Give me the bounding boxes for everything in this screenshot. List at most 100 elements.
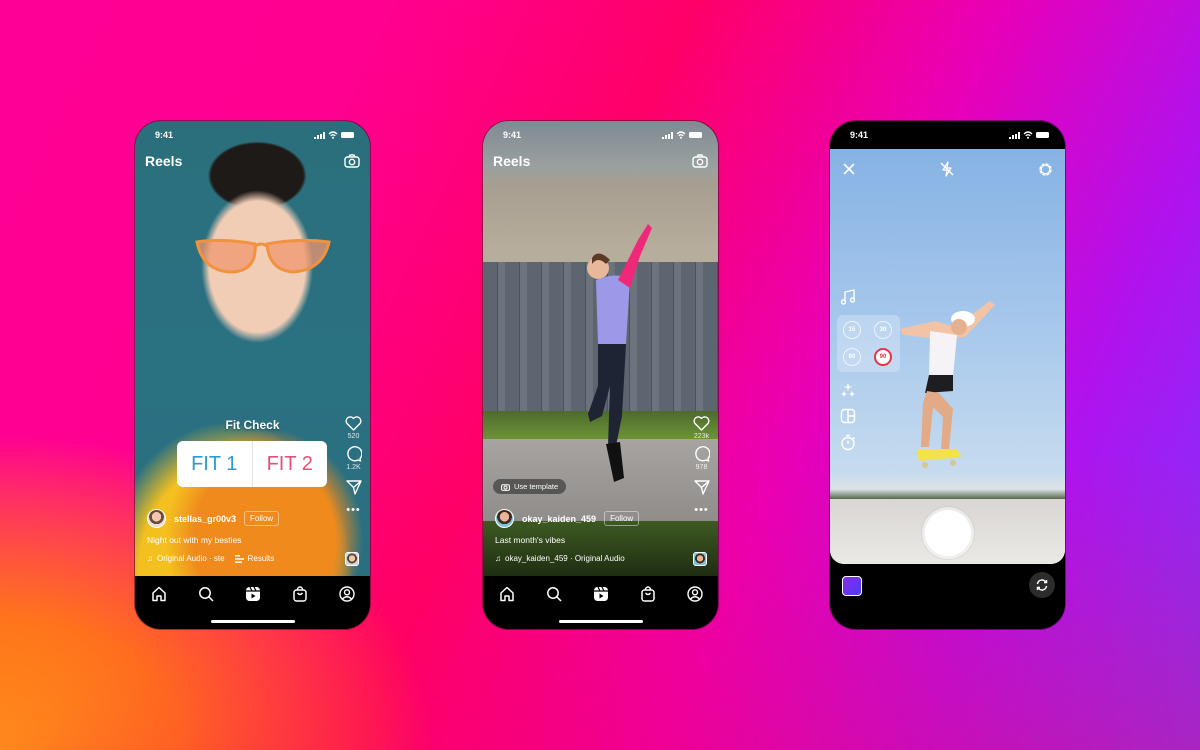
comment-icon[interactable] xyxy=(345,445,362,462)
avatar[interactable] xyxy=(147,509,166,528)
gallery-thumbnail[interactable] xyxy=(842,576,862,596)
poll-title: Fit Check xyxy=(225,418,280,432)
audio-thumbnail[interactable] xyxy=(693,552,707,566)
signal-icon xyxy=(314,131,325,139)
battery-icon xyxy=(689,132,702,138)
reels-icon[interactable] xyxy=(592,585,610,603)
phone-reels-camera: 9:41 15 30 60 90 xyxy=(830,121,1065,629)
reel-video[interactable]: 9:41 Reels 223k 978 ••• Use template oka… xyxy=(483,121,718,576)
effects-sparkle-icon[interactable] xyxy=(840,382,856,398)
camera-bottom-bar xyxy=(830,564,1065,629)
audio-row: ♫ Original Audio · ste Results xyxy=(147,554,274,563)
settings-icon[interactable] xyxy=(1038,162,1053,177)
template-camera-icon xyxy=(501,483,510,491)
like-count: 223k xyxy=(693,433,710,440)
audio-row: ♫ okay_kaiden_459 · Original Audio xyxy=(495,554,625,563)
duration-selector: 15 30 60 90 xyxy=(837,315,900,372)
heart-icon[interactable] xyxy=(345,416,362,431)
sunglasses-graphic xyxy=(195,238,331,274)
use-template-label: Use template xyxy=(514,482,559,491)
status-time: 9:41 xyxy=(850,130,869,140)
lawn xyxy=(483,521,718,576)
camera-viewfinder[interactable]: 15 30 60 90 xyxy=(830,149,1065,564)
poll-option-fit-2[interactable]: FIT 2 xyxy=(251,441,328,487)
search-icon[interactable] xyxy=(545,585,563,603)
duration-90-selected[interactable]: 90 xyxy=(874,348,892,366)
author-row: okay_kaiden_459 Follow xyxy=(495,509,640,528)
username[interactable]: stellas_gr00v3 xyxy=(174,514,236,524)
shop-icon[interactable] xyxy=(291,585,309,603)
use-template-button[interactable]: Use template xyxy=(493,479,567,494)
wifi-icon xyxy=(676,131,686,139)
layout-icon[interactable] xyxy=(840,408,856,424)
music-note-icon: ♫ xyxy=(495,554,501,563)
poll-option-fit-1[interactable]: FIT 1 xyxy=(177,441,252,487)
audio-thumbnail[interactable] xyxy=(345,552,359,566)
skater-figure xyxy=(900,301,995,468)
results-icon xyxy=(234,554,244,563)
results-link[interactable]: Results xyxy=(248,554,275,563)
reel-actions: 223k 978 ••• xyxy=(693,416,710,516)
camera-tools: 15 30 60 90 xyxy=(837,289,900,451)
heart-icon[interactable] xyxy=(693,416,710,431)
avatar[interactable] xyxy=(495,509,514,528)
reel-video-frame xyxy=(483,121,718,576)
shop-icon[interactable] xyxy=(639,585,657,603)
comment-count: 978 xyxy=(695,464,708,471)
follow-button[interactable]: Follow xyxy=(604,511,640,526)
status-icons xyxy=(314,131,354,139)
status-bar: 9:41 xyxy=(830,121,1065,149)
reel-actions: 520 1.2K ••• xyxy=(345,416,362,516)
status-bar: 9:41 xyxy=(483,121,718,149)
follow-button[interactable]: Follow xyxy=(244,511,280,526)
flip-camera-icon xyxy=(1036,579,1048,591)
duration-15[interactable]: 15 xyxy=(843,321,861,339)
profile-icon[interactable] xyxy=(338,585,356,603)
record-shutter-button[interactable] xyxy=(924,510,971,556)
duration-60[interactable]: 60 xyxy=(843,348,861,366)
reel-video[interactable]: 9:41 Reels Fit Check FIT 1 FIT 2 520 1.2… xyxy=(135,121,370,576)
profile-icon[interactable] xyxy=(686,585,704,603)
reels-icon[interactable] xyxy=(244,585,262,603)
reels-header: Reels xyxy=(145,153,360,169)
camera-icon[interactable] xyxy=(692,154,708,168)
close-icon[interactable] xyxy=(842,162,856,176)
status-icons xyxy=(1009,131,1049,139)
flash-off-icon[interactable] xyxy=(940,161,954,177)
reels-title: Reels xyxy=(145,153,183,169)
dancer-figure xyxy=(587,224,652,482)
wifi-icon xyxy=(1023,131,1033,139)
home-icon[interactable] xyxy=(498,585,516,603)
username[interactable]: okay_kaiden_459 xyxy=(522,514,596,524)
flip-camera-button[interactable] xyxy=(1029,572,1055,598)
search-icon[interactable] xyxy=(197,585,215,603)
timer-icon[interactable] xyxy=(840,434,856,451)
music-icon[interactable] xyxy=(840,289,856,305)
more-options-icon[interactable]: ••• xyxy=(694,505,709,516)
duration-30[interactable]: 30 xyxy=(874,321,892,339)
caption[interactable]: Last month's vibes xyxy=(495,535,565,545)
wifi-icon xyxy=(328,131,338,139)
camera-top-controls xyxy=(842,161,1053,177)
phone-reels-template: 9:41 Reels 223k 978 ••• Use template oka… xyxy=(483,121,718,629)
like-count: 520 xyxy=(347,433,360,440)
caption[interactable]: Night out with my besties xyxy=(147,535,241,545)
home-icon[interactable] xyxy=(150,585,168,603)
audio-label[interactable]: Original Audio · ste xyxy=(157,554,225,563)
bottom-nav xyxy=(135,576,370,629)
camera-icon[interactable] xyxy=(344,154,360,168)
music-note-icon: ♫ xyxy=(147,554,153,563)
share-icon[interactable] xyxy=(345,480,362,495)
bottom-nav xyxy=(483,576,718,629)
audio-label[interactable]: okay_kaiden_459 · Original Audio xyxy=(505,554,625,563)
comment-icon[interactable] xyxy=(693,445,710,462)
share-icon[interactable] xyxy=(693,480,710,495)
more-options-icon[interactable]: ••• xyxy=(346,505,361,516)
reel-video-frame xyxy=(135,121,370,576)
home-indicator xyxy=(558,620,643,623)
status-time: 9:41 xyxy=(503,130,522,140)
status-icons xyxy=(662,131,702,139)
battery-icon xyxy=(341,132,354,138)
reels-header: Reels xyxy=(493,153,708,169)
phone-reels-fit-check: 9:41 Reels Fit Check FIT 1 FIT 2 520 1.2… xyxy=(135,121,370,629)
